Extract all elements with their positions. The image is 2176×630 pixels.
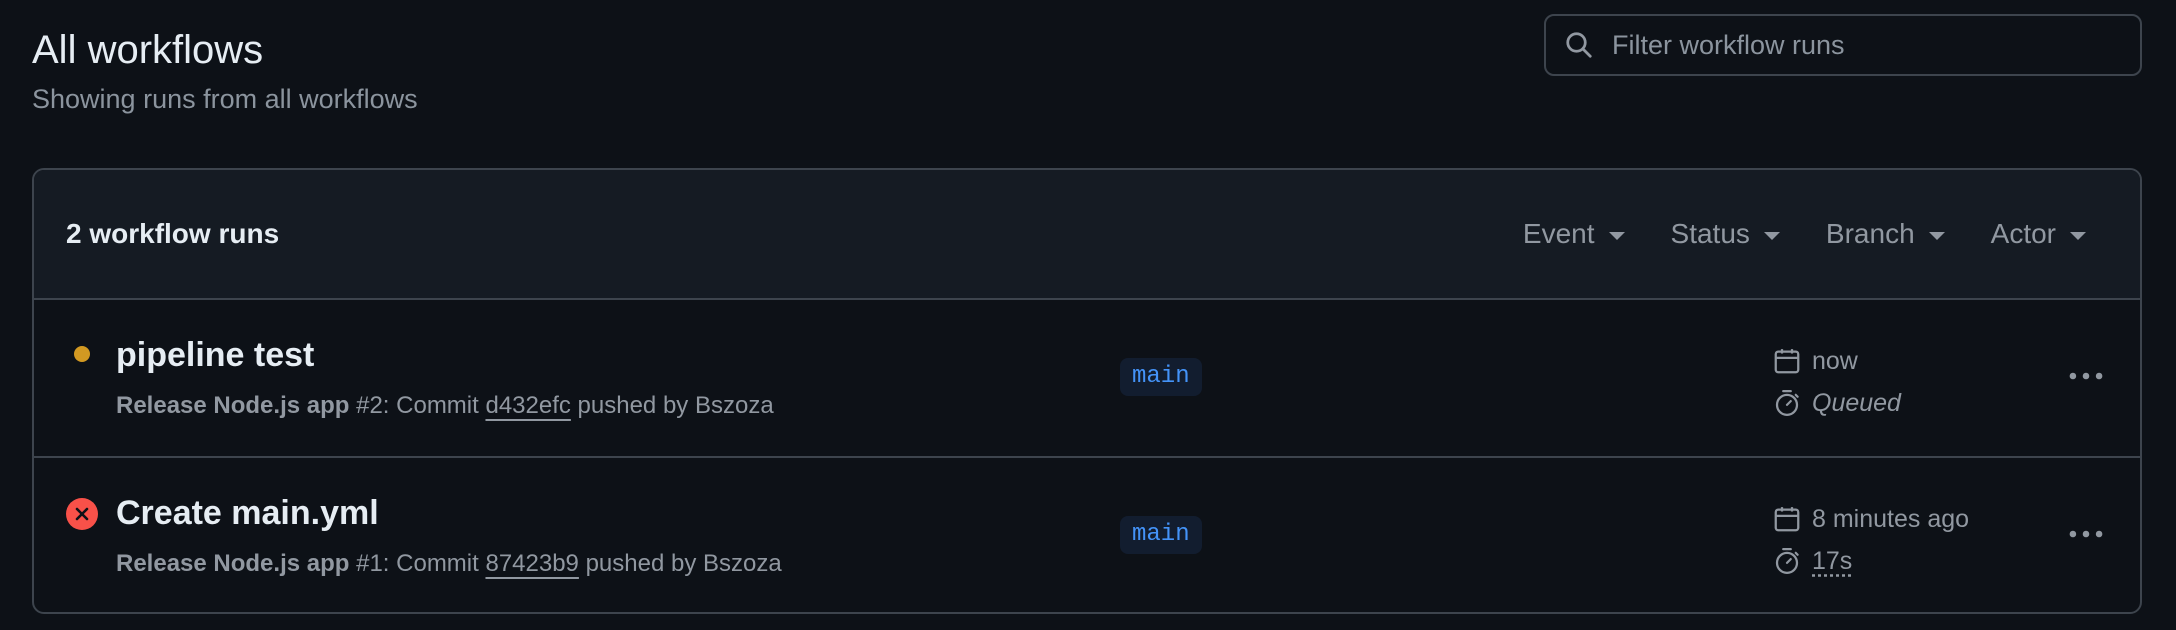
workflow-run-row[interactable]: pipeline test Release Node.js app #2: Co… (34, 300, 2140, 456)
filter-label: Actor (1990, 218, 2056, 249)
run-duration-text: Queued (1812, 388, 1901, 417)
run-duration: 17s (1772, 546, 1852, 576)
run-title-link[interactable]: Create main.yml (116, 494, 379, 533)
status-filter-dropdown[interactable]: Status (1671, 218, 1780, 250)
run-time-text: now (1812, 346, 1858, 375)
run-duration-text: 17s (1812, 546, 1853, 575)
branch-label[interactable]: main (1120, 358, 1202, 396)
workflow-run-row[interactable]: Create main.yml Release Node.js app #1: … (34, 456, 2140, 612)
run-actions-kebab-button[interactable] (2064, 516, 2108, 552)
panel-header: 2 workflow runs Event Status Branch Acto… (34, 170, 2140, 300)
run-duration: Queued (1772, 388, 1901, 418)
stopwatch-icon (1775, 548, 1799, 574)
pushed-by-text: pushed by Bszoza (570, 392, 774, 419)
branch-label[interactable]: main (1120, 516, 1202, 554)
queued-status-icon (66, 338, 98, 370)
actor-filter-dropdown[interactable]: Actor (1991, 218, 2086, 250)
caret-down-icon (1608, 232, 1625, 240)
run-title-link[interactable]: pipeline test (116, 336, 314, 375)
filter-bar: Event Status Branch Actor (1477, 218, 2108, 250)
run-number-text: #2: Commit (349, 392, 486, 419)
kebab-horizontal-icon (2069, 372, 2103, 380)
filter-label: Branch (1825, 218, 1915, 249)
filter-label: Status (1670, 218, 1750, 249)
filter-label: Event (1522, 218, 1595, 249)
caret-down-icon (1763, 232, 1780, 240)
stopwatch-icon (1775, 390, 1799, 416)
calendar-icon (1774, 349, 1800, 374)
workflows-page: All workflows Showing runs from all work… (0, 0, 2176, 630)
calendar-icon (1774, 507, 1800, 532)
run-timestamp: now (1772, 346, 1858, 376)
caret-down-icon (1928, 232, 1945, 240)
workflow-runs-panel: 2 workflow runs Event Status Branch Acto… (32, 168, 2142, 614)
run-meta: Release Node.js app #1: Commit 87423b9 p… (116, 550, 782, 578)
page-subtitle: Showing runs from all workflows (32, 84, 418, 114)
pushed-by-text: pushed by Bszoza (578, 550, 782, 577)
failure-status-icon (66, 498, 98, 530)
search-input[interactable] (1610, 28, 2140, 62)
workflow-name: Release Node.js app (116, 392, 350, 419)
filter-workflow-runs-search[interactable] (1544, 14, 2142, 76)
run-actions-kebab-button[interactable] (2064, 358, 2108, 394)
search-icon (1564, 30, 1594, 60)
run-meta: Release Node.js app #2: Commit d432efc p… (116, 392, 774, 420)
branch-filter-dropdown[interactable]: Branch (1826, 218, 1945, 250)
commit-sha-link[interactable]: 87423b9 (485, 550, 578, 577)
run-timestamp: 8 minutes ago (1772, 504, 1969, 534)
page-title: All workflows (32, 28, 264, 72)
workflow-name: Release Node.js app (116, 550, 350, 577)
run-number-text: #1: Commit (349, 550, 486, 577)
caret-down-icon (2070, 232, 2086, 240)
commit-sha-link[interactable]: d432efc (485, 392, 570, 419)
run-time-text: 8 minutes ago (1812, 504, 1970, 533)
event-filter-dropdown[interactable]: Event (1523, 218, 1625, 250)
runs-count: 2 workflow runs (66, 218, 280, 249)
kebab-horizontal-icon (2069, 530, 2103, 538)
